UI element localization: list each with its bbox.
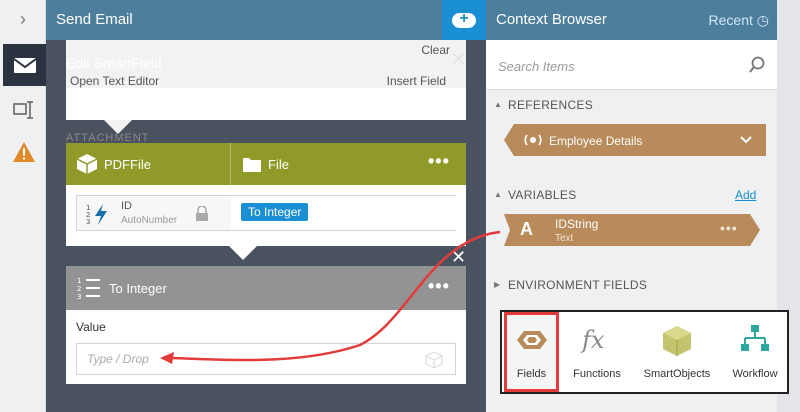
variable-name: IDString — [555, 217, 599, 231]
context-toolbar: Fields fx Functions SmartObjects Workflo… — [500, 310, 789, 394]
pointer-notch-2 — [229, 246, 257, 260]
left-rail: › — [0, 0, 46, 412]
object-name: PDFFile — [104, 157, 151, 172]
mail-tab[interactable] — [3, 44, 46, 86]
email-body-area: Clear Open Text Editor Insert Field — [66, 40, 466, 120]
function-card-header: 1 2 3 To Integer ••• — [66, 266, 466, 310]
header-divider — [230, 143, 231, 185]
chevron-right-icon[interactable]: › — [12, 8, 34, 30]
chevron-down-icon[interactable] — [740, 135, 752, 145]
form-field-icon[interactable] — [12, 98, 36, 122]
dialog-title: Edit SmartField — [66, 55, 162, 71]
svg-text:3: 3 — [77, 293, 81, 301]
smartobjects-icon — [663, 326, 691, 356]
functions-icon: fx — [582, 326, 605, 354]
text-type-icon: A — [520, 219, 533, 239]
workflow-tab[interactable]: Workflow — [720, 312, 790, 392]
folder-icon — [243, 158, 261, 172]
context-browser-header: Context Browser Recent ◷ — [486, 0, 777, 40]
source-field-card: PDFFile File ••• 1 2 3 ID AutoNumber To … — [66, 143, 466, 246]
lock-icon — [196, 206, 208, 221]
recent-link[interactable]: Recent ◷ — [709, 12, 769, 29]
add-variable-link[interactable]: Add — [735, 188, 756, 202]
smartobject-icon — [76, 154, 98, 174]
fields-icon — [517, 331, 547, 349]
workflow-label: Workflow — [732, 368, 778, 380]
fields-tab[interactable]: Fields — [504, 312, 559, 392]
panel-title: Send Email — [56, 11, 133, 28]
cube-outline-icon — [425, 351, 443, 369]
function-card: 1 2 3 To Integer ••• Value Type / Drop — [66, 266, 466, 384]
functions-tab[interactable]: fx Functions — [562, 312, 632, 392]
open-text-editor-link[interactable]: Open Text Editor — [70, 74, 159, 88]
warning-icon[interactable] — [12, 140, 36, 164]
variable-more-options-icon[interactable]: ••• — [720, 220, 738, 236]
context-browser-title: Context Browser — [496, 11, 607, 28]
environment-expand-icon[interactable]: ▶ — [494, 280, 500, 289]
variable-type: Text — [555, 233, 574, 244]
field-type: AutoNumber — [121, 215, 178, 226]
pointer-notch — [104, 120, 132, 134]
value-placeholder: Type / Drop — [87, 352, 149, 366]
variable-item[interactable]: A IDString Text ••• — [504, 214, 760, 246]
search-icon[interactable] — [748, 56, 766, 74]
fields-label: Fields — [516, 368, 547, 380]
add-button[interactable]: + — [442, 0, 486, 40]
more-options-icon[interactable]: ••• — [428, 151, 450, 172]
function-more-options-icon[interactable]: ••• — [428, 276, 450, 297]
functions-label: Functions — [573, 368, 621, 380]
workflow-icon — [741, 325, 769, 351]
autonumber-icon: 1 2 3 — [86, 204, 107, 226]
close-icon[interactable]: ✕ — [450, 50, 467, 70]
variables-header: VARIABLES — [508, 188, 577, 202]
source-card-header: PDFFile File ••• — [66, 143, 466, 185]
plus-icon: + — [452, 10, 476, 28]
search-input[interactable]: Search Items — [498, 59, 575, 74]
reference-name: Employee Details — [549, 134, 643, 148]
clock-icon: ◷ — [756, 12, 769, 28]
references-collapse-icon[interactable]: ▲ — [494, 100, 502, 109]
environment-header: ENVIRONMENT FIELDS — [508, 278, 648, 292]
list-number-icon: 1 2 3 — [77, 277, 100, 301]
function-drop-area[interactable]: To Integer — [231, 196, 456, 230]
reference-item[interactable]: Employee Details — [504, 124, 766, 156]
reference-icon — [524, 134, 542, 146]
mail-icon — [13, 58, 37, 73]
value-drop-input[interactable]: Type / Drop — [76, 343, 456, 375]
svg-text:3: 3 — [86, 218, 90, 226]
field-label: ID — [121, 200, 132, 212]
svg-text:2: 2 — [77, 285, 81, 293]
field-mapping-row: 1 2 3 ID AutoNumber To Integer — [76, 195, 456, 231]
references-header: REFERENCES — [508, 98, 594, 112]
send-email-header: Send Email — [46, 0, 442, 40]
variables-collapse-icon[interactable]: ▲ — [494, 190, 502, 199]
close-function-icon[interactable]: ✕ — [451, 248, 466, 266]
property-name: File — [268, 157, 289, 172]
clear-link[interactable]: Clear — [421, 43, 450, 57]
smartobjects-label: SmartObjects — [643, 368, 711, 380]
to-integer-chip[interactable]: To Integer — [241, 203, 309, 221]
smartobjects-tab[interactable]: SmartObjects — [642, 312, 712, 392]
svg-text:1: 1 — [77, 277, 81, 285]
search-box[interactable]: Search Items — [486, 40, 777, 90]
recent-label: Recent — [708, 12, 753, 28]
body-input[interactable] — [66, 88, 466, 120]
insert-field-link[interactable]: Insert Field — [387, 74, 446, 88]
value-label: Value — [76, 320, 106, 334]
function-title: To Integer — [109, 281, 167, 296]
